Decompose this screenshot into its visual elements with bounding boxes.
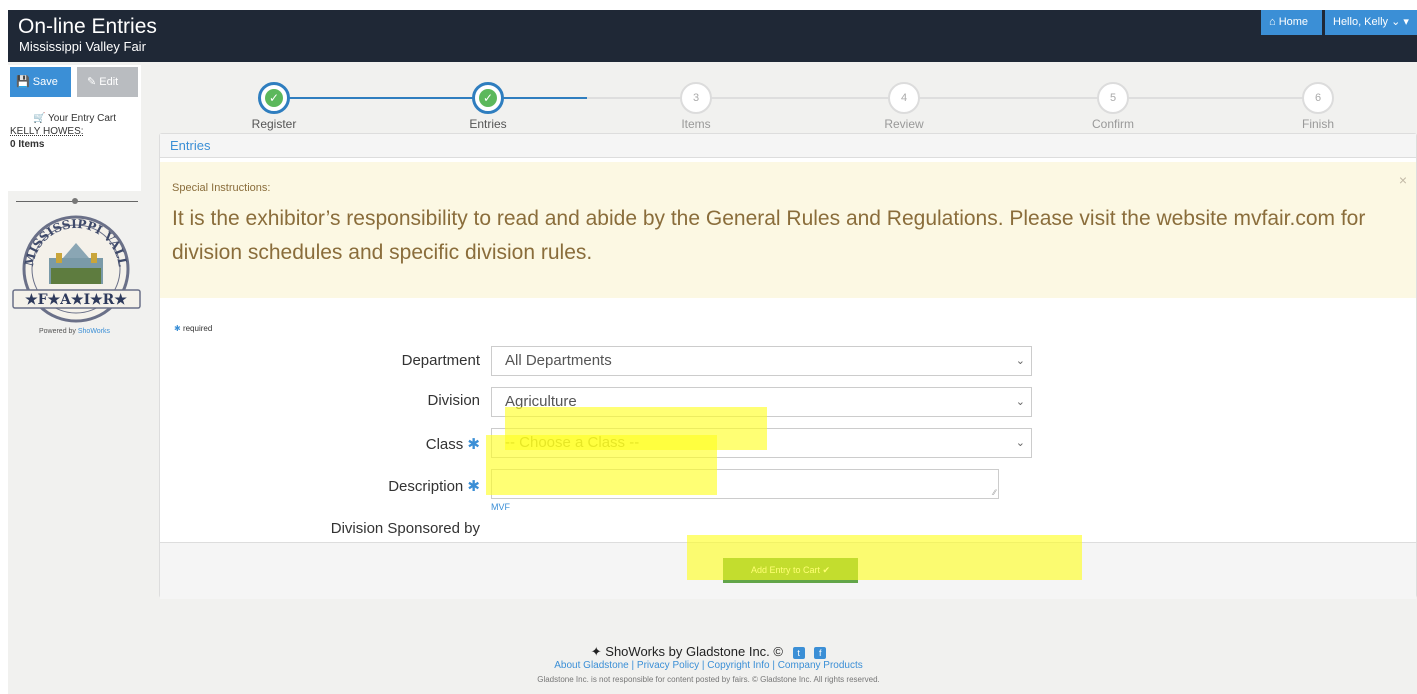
edit-button[interactable]: ✎ Edit bbox=[77, 67, 138, 97]
save-icon: 💾 bbox=[16, 76, 30, 88]
footer-links[interactable]: About Gladstone | Privacy Policy | Copyr… bbox=[0, 660, 1417, 671]
home-button[interactable]: ⌂ Home bbox=[1261, 10, 1322, 35]
showorks-link[interactable]: ShoWorks bbox=[78, 328, 110, 335]
wizard-steps: ✓ Register ✓ Entries 3 Items 4 Review 5 … bbox=[158, 70, 1417, 134]
step-label: Confirm bbox=[1091, 117, 1134, 131]
division-label: Division bbox=[427, 392, 480, 409]
chevron-down-icon: ⌄ bbox=[1015, 396, 1025, 408]
required-note: ✱ required bbox=[174, 324, 213, 333]
description-label: Description ✱ bbox=[388, 478, 480, 495]
step-2-entries[interactable]: ✓ bbox=[472, 82, 504, 114]
step-label: Review bbox=[884, 117, 924, 131]
step-label: Finish bbox=[1301, 117, 1334, 131]
step-1-register[interactable]: ✓ bbox=[258, 82, 290, 114]
chevron-down-icon: ⌄ bbox=[1015, 437, 1025, 449]
panel-footer: Add Entry to Cart ✔ bbox=[160, 542, 1416, 599]
app-subtitle: Mississippi Valley Fair bbox=[19, 39, 146, 54]
fair-logo: MISSISSIPPI VALLEY ★F★A★I★R★ bbox=[11, 213, 141, 323]
class-label: Class ✱ bbox=[425, 436, 480, 453]
pencil-icon: ✎ bbox=[87, 76, 97, 88]
instructions-title: Special Instructions: bbox=[172, 182, 271, 194]
step-connector bbox=[274, 97, 489, 99]
save-button[interactable]: 💾 Save bbox=[10, 67, 71, 97]
divider-ornament bbox=[72, 198, 78, 204]
footer-legal-text: Gladstone Inc. is not responsible for co… bbox=[537, 675, 880, 684]
app-title: On-line Entries bbox=[18, 15, 157, 38]
step-6-finish: 6 bbox=[1302, 82, 1334, 114]
footer-brand: ✦ ShoWorks by Gladstone Inc. © t f bbox=[0, 644, 1417, 660]
cart-owner-name: KELLY HOWES: bbox=[10, 126, 84, 137]
powered-by-text: Powered by ShoWorks bbox=[38, 328, 111, 335]
step-connector bbox=[700, 97, 1317, 99]
step-4-review: 4 bbox=[888, 82, 920, 114]
division-sponsor-label: Division Sponsored by bbox=[330, 520, 480, 537]
check-icon: ✓ bbox=[479, 89, 497, 108]
close-icon[interactable]: × bbox=[1399, 172, 1407, 188]
showorks-logo-icon: ✦ bbox=[590, 644, 602, 659]
entry-cart-title[interactable]: 🛒 Your Entry Cart bbox=[8, 113, 141, 124]
cart-item-count: 0 Items bbox=[10, 139, 45, 150]
division-sponsor-value: MVF bbox=[491, 502, 510, 512]
department-select[interactable]: All Departments ⌄ bbox=[491, 346, 1032, 376]
user-menu-button[interactable]: Hello, Kelly ⌄ ▾ bbox=[1325, 10, 1417, 35]
entries-panel: Entries Special Instructions: It is the … bbox=[159, 133, 1417, 599]
resize-grip-icon[interactable]: ∕∕ bbox=[993, 488, 996, 497]
sidebar: 💾 Save ✎ Edit 🛒 Your Entry Cart KELLY HO… bbox=[8, 65, 141, 191]
page-frame: On-line Entries Mississippi Valley Fair … bbox=[8, 10, 1417, 694]
division-select[interactable]: Agriculture ⌄ bbox=[491, 387, 1032, 417]
description-textarea[interactable]: ∕∕ bbox=[491, 469, 999, 499]
class-select[interactable]: -- Choose a Class -- ⌄ bbox=[491, 428, 1032, 458]
cart-icon: 🛒 bbox=[32, 113, 46, 124]
save-label: Save bbox=[32, 76, 58, 88]
instructions-text: It is the exhibitor’s responsibility to … bbox=[172, 207, 1366, 264]
special-instructions-alert: Special Instructions: It is the exhibito… bbox=[160, 162, 1416, 298]
asterisk-icon: ✱ bbox=[174, 324, 181, 333]
svg-text:★F★A★I★R★: ★F★A★I★R★ bbox=[25, 292, 127, 308]
step-label: Items bbox=[681, 117, 711, 131]
twitter-icon[interactable]: t bbox=[792, 646, 805, 659]
step-3-items: 3 bbox=[680, 82, 712, 114]
cart-title-label: Your Entry Cart bbox=[48, 113, 117, 124]
edit-label: Edit bbox=[99, 76, 119, 88]
add-entry-to-cart-button[interactable]: Add Entry to Cart ✔ bbox=[723, 558, 858, 583]
step-label: Entries bbox=[469, 117, 507, 131]
department-label: Department bbox=[401, 352, 480, 369]
chevron-down-icon: ⌄ bbox=[1015, 355, 1025, 367]
check-icon: ✓ bbox=[265, 89, 283, 108]
step-label: Register bbox=[251, 117, 297, 131]
required-asterisk-icon: ✱ bbox=[467, 478, 480, 495]
panel-heading: Entries bbox=[160, 134, 1416, 158]
facebook-icon[interactable]: f bbox=[814, 646, 827, 659]
top-navbar: On-line Entries Mississippi Valley Fair … bbox=[8, 10, 1417, 62]
required-asterisk-icon: ✱ bbox=[467, 436, 480, 453]
step-5-confirm: 5 bbox=[1097, 82, 1129, 114]
